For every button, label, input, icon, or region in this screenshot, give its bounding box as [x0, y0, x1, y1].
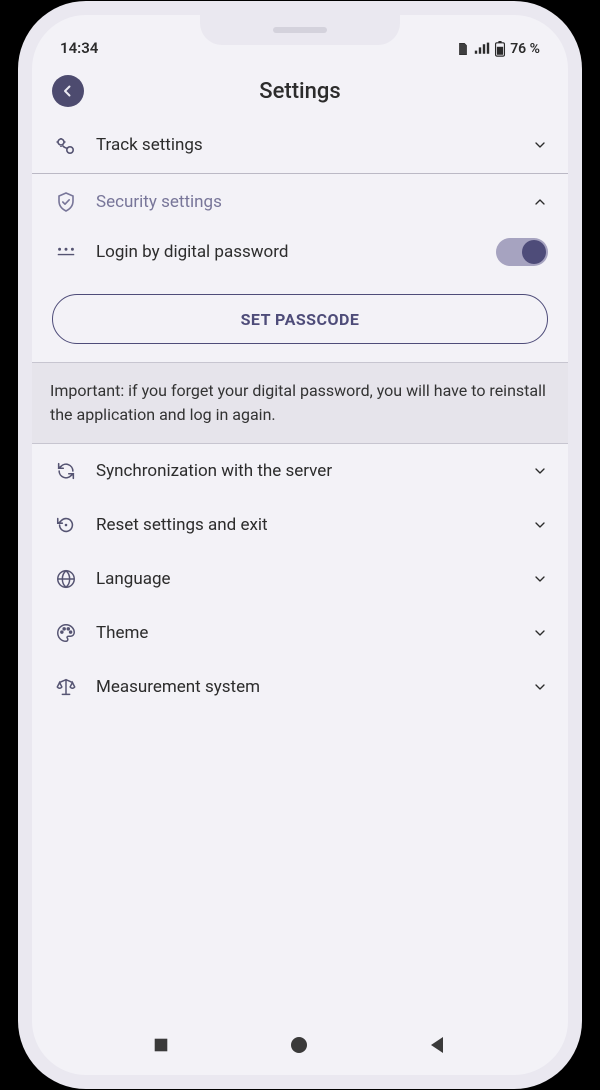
login-toggle-label: Login by digital password [96, 242, 480, 262]
language-label: Language [96, 569, 516, 589]
phone-notch [200, 15, 400, 45]
track-icon [52, 133, 80, 157]
android-navbar [32, 1023, 568, 1075]
login-toggle-row: Login by digital password [32, 222, 568, 282]
scales-icon [52, 676, 80, 698]
palette-icon [52, 622, 80, 644]
measurement-label: Measurement system [96, 677, 516, 697]
theme-label: Theme [96, 623, 516, 643]
language-row[interactable]: Language [32, 552, 568, 606]
sync-label: Synchronization with the server [96, 461, 516, 481]
globe-icon [52, 568, 80, 590]
page-header: Settings [32, 61, 568, 117]
set-passcode-button[interactable]: SET PASSCODE [52, 294, 548, 344]
back-button[interactable] [52, 75, 84, 107]
reset-row[interactable]: Reset settings and exit [32, 498, 568, 552]
chevron-down-icon [532, 137, 548, 153]
theme-row[interactable]: Theme [32, 606, 568, 660]
sync-row[interactable]: Synchronization with the server [32, 444, 568, 498]
security-warning: Important: if you forget your digital pa… [32, 362, 568, 444]
track-settings-row[interactable]: Track settings [32, 117, 568, 173]
reset-icon [52, 514, 80, 536]
reset-label: Reset settings and exit [96, 515, 516, 535]
battery-icon [494, 41, 506, 57]
chevron-down-icon [532, 625, 548, 641]
chevron-down-icon [532, 517, 548, 533]
sim-icon [456, 42, 470, 56]
nav-back-button[interactable] [428, 1035, 448, 1055]
track-settings-label: Track settings [96, 135, 516, 155]
battery-percent: 76 % [510, 41, 540, 57]
phone-frame: 14:34 76 % Settings [32, 15, 568, 1075]
app-screen: 14:34 76 % Settings [32, 15, 568, 1075]
security-settings-row[interactable]: Security settings [32, 174, 568, 222]
login-toggle[interactable] [496, 238, 548, 266]
security-settings-label: Security settings [96, 192, 516, 212]
chevron-down-icon [532, 571, 548, 587]
measurement-row[interactable]: Measurement system [32, 660, 568, 714]
nav-home-button[interactable] [289, 1035, 309, 1055]
set-passcode-label: SET PASSCODE [241, 310, 360, 329]
signal-icon [474, 42, 490, 56]
chevron-down-icon [532, 679, 548, 695]
page-title: Settings [32, 79, 568, 104]
status-time: 14:34 [60, 39, 98, 57]
chevron-down-icon [532, 463, 548, 479]
nav-recent-button[interactable] [152, 1036, 170, 1054]
chevron-up-icon [532, 194, 548, 210]
sync-icon [52, 460, 80, 482]
shield-icon [52, 190, 80, 214]
password-dots-icon [52, 241, 80, 263]
